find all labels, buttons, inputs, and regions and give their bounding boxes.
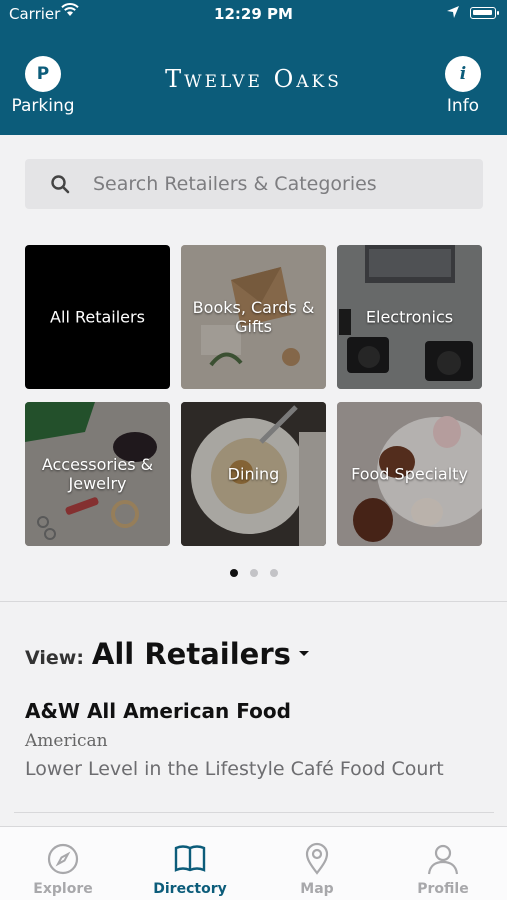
- category-label: Accessories & Jewelry: [41, 455, 154, 493]
- search-input[interactable]: [93, 168, 473, 200]
- tab-directory[interactable]: Directory: [135, 842, 245, 897]
- tab-label: Explore: [33, 881, 93, 897]
- info-label: Info: [446, 96, 480, 116]
- category-tile-all-retailers[interactable]: All Retailers: [25, 245, 170, 389]
- status-bar: Carrier 12:29 PM: [0, 0, 507, 30]
- section-divider: [0, 601, 507, 602]
- page-indicator[interactable]: [0, 569, 507, 577]
- category-tile-dining[interactable]: Dining: [181, 402, 326, 546]
- page-dot[interactable]: [229, 569, 238, 577]
- view-value: All Retailers: [91, 637, 291, 671]
- tab-profile[interactable]: Profile: [388, 842, 498, 897]
- tab-label: Profile: [417, 881, 469, 897]
- caret-down-icon: [298, 651, 309, 656]
- tab-label: Directory: [153, 881, 227, 897]
- page-dot[interactable]: [249, 569, 258, 577]
- search-bar[interactable]: [25, 159, 483, 209]
- status-time: 12:29 PM: [214, 5, 293, 23]
- tab-map[interactable]: Map: [262, 842, 372, 897]
- person-icon: [427, 844, 459, 875]
- store-category: American: [25, 731, 108, 751]
- category-tile-books-cards-gifts[interactable]: Books, Cards & Gifts: [181, 245, 326, 389]
- search-icon: [51, 175, 70, 194]
- tab-bar: Explore Directory Map Profile: [0, 826, 507, 900]
- view-label: View:: [25, 647, 84, 669]
- page-dot[interactable]: [269, 569, 278, 577]
- compass-icon: [47, 843, 79, 875]
- map-pin-icon: [305, 842, 329, 875]
- tab-label: Map: [300, 881, 334, 897]
- category-label: Electronics: [365, 307, 454, 327]
- view-selector[interactable]: View: All Retailers: [25, 637, 309, 671]
- category-tile-electronics[interactable]: Electronics: [337, 245, 482, 389]
- mall-title-text: Twelve Oaks: [165, 65, 342, 93]
- category-tile-food-specialty[interactable]: Food Specialty: [337, 402, 482, 546]
- store-location: Lower Level in the Lifestyle Café Food C…: [25, 758, 444, 780]
- category-label: All Retailers: [50, 307, 145, 327]
- store-name: A&W All American Food: [25, 699, 291, 723]
- header-bar: Carrier 12:29 PM P Parking Twelve Oaks i…: [0, 0, 507, 135]
- parking-label: Parking: [11, 96, 75, 116]
- battery-icon: [470, 7, 499, 19]
- tab-explore[interactable]: Explore: [8, 842, 118, 897]
- category-label: Food Specialty: [351, 464, 468, 484]
- info-button[interactable]: i Info: [428, 56, 498, 116]
- category-tile-accessories-jewelry[interactable]: Accessories & Jewelry: [25, 402, 170, 546]
- location-arrow-icon: [447, 6, 459, 18]
- book-icon: [174, 845, 206, 872]
- info-icon: i: [445, 56, 481, 92]
- category-label: Books, Cards & Gifts: [192, 298, 315, 336]
- category-label: Dining: [227, 464, 280, 484]
- list-divider: [14, 812, 494, 813]
